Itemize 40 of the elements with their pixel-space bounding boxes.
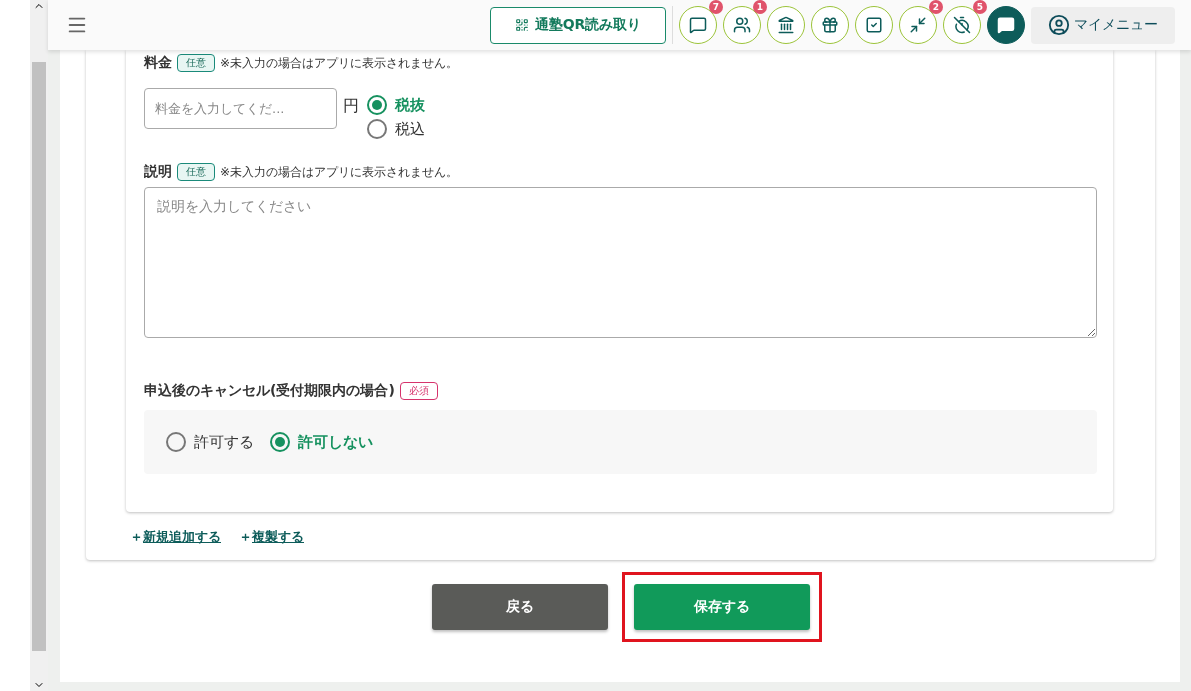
qr-code-icon — [514, 18, 529, 32]
user-icon — [1048, 14, 1070, 36]
scrollbar[interactable] — [30, 0, 48, 691]
header-icon-button[interactable] — [767, 6, 805, 44]
count-badge: 7 — [709, 0, 723, 14]
fee-input[interactable]: 料金を入力してくだ... — [144, 88, 337, 129]
header-icon-button[interactable] — [987, 6, 1025, 44]
shrink-icon — [909, 16, 927, 34]
add-link[interactable]: ＋複製する — [239, 528, 304, 546]
unit-label: 円 — [343, 96, 359, 117]
gift-icon — [821, 16, 839, 34]
bank-icon — [777, 16, 795, 34]
count-badge: 1 — [753, 0, 767, 14]
note-text: ※未入力の場合はアプリに表示されません。 — [220, 54, 459, 72]
qr-scan-button[interactable]: 通塾QR読み取り — [490, 6, 666, 44]
save-button[interactable]: 保存する — [633, 584, 810, 630]
field-label: 料金 — [144, 54, 172, 72]
field-label: 説明 — [144, 163, 172, 181]
people-icon — [733, 16, 751, 34]
header-icon-button[interactable] — [855, 6, 893, 44]
chat-icon — [689, 16, 707, 34]
count-badge: 2 — [929, 0, 943, 14]
radio-option[interactable]: 税込 — [367, 117, 425, 141]
add-link[interactable]: ＋新規追加する — [130, 528, 221, 546]
radio-option[interactable]: 許可しない — [270, 430, 373, 454]
timer-off-icon — [953, 16, 971, 34]
message-filled-icon — [997, 16, 1015, 34]
my-menu-button[interactable]: マイメニュー — [1031, 6, 1175, 44]
back-button[interactable]: 戻る — [431, 584, 608, 630]
radio-option[interactable]: 許可する — [166, 430, 254, 454]
count-badge: 5 — [973, 0, 987, 14]
radio-option[interactable]: 税抜 — [367, 93, 425, 117]
header-icon-button[interactable] — [811, 6, 849, 44]
checklist-icon — [865, 16, 883, 34]
tag-label: 必須 — [399, 382, 438, 400]
description-input[interactable]: 説明を入力してください — [144, 187, 1097, 338]
field-label: 申込後のキャンセル(受付期限内の場合) — [144, 382, 395, 400]
tag-label: 任意 — [177, 54, 215, 72]
note-text: ※未入力の場合はアプリに表示されません。 — [220, 163, 459, 181]
tag-label: 任意 — [177, 163, 215, 181]
